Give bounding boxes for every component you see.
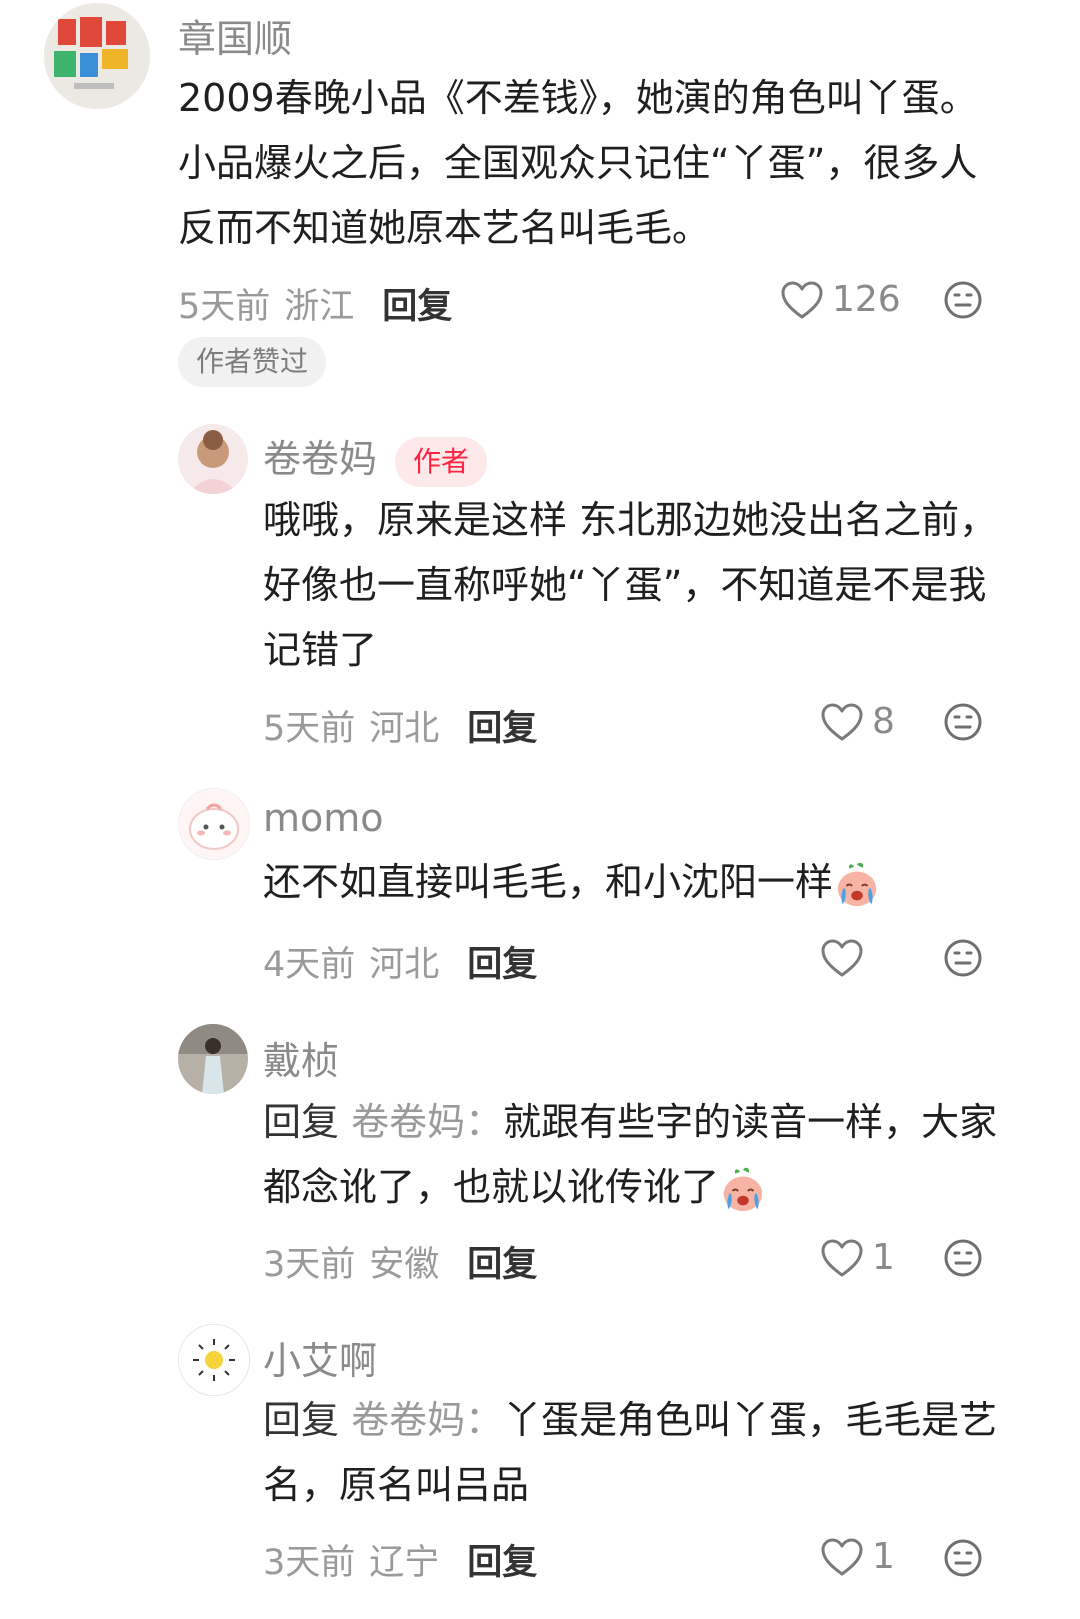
avatar[interactable] xyxy=(44,3,150,109)
author-badge: 作者 xyxy=(395,436,488,487)
reply-item: momo 还不如直接叫毛毛，和小沈阳一样 4天前 河北 回复 xyxy=(0,770,1080,1010)
crying-face-emoji xyxy=(719,1166,767,1214)
like-count: 126 xyxy=(832,279,901,320)
comment-meta: 3天前 安徽 回复 xyxy=(263,1236,537,1287)
username[interactable]: 卷卷妈 作者 xyxy=(263,428,488,487)
timestamp: 3天前 xyxy=(263,1245,356,1285)
username-text[interactable]: 卷卷妈 xyxy=(263,437,377,481)
meh-face-icon[interactable] xyxy=(943,280,983,320)
like-count: 1 xyxy=(872,1237,895,1278)
like-button[interactable]: 1 xyxy=(820,1536,895,1577)
author-liked-badge: 作者赞过 xyxy=(178,337,327,387)
location: 辽宁 xyxy=(369,1543,440,1583)
heart-icon xyxy=(820,702,864,742)
reply-button[interactable]: 回复 xyxy=(467,936,537,987)
like-button[interactable]: 8 xyxy=(820,701,895,742)
avatar[interactable] xyxy=(178,788,250,860)
avatar[interactable] xyxy=(178,424,248,494)
comment-meta: 5天前 浙江 回复 xyxy=(178,278,452,329)
crying-face-emoji xyxy=(833,861,881,909)
username[interactable]: 戴桢 xyxy=(263,1030,339,1085)
location: 河北 xyxy=(369,945,440,985)
like-button[interactable] xyxy=(820,938,872,978)
reply-button[interactable]: 回复 xyxy=(467,700,537,751)
meh-face-icon[interactable] xyxy=(943,1238,983,1278)
comment-meta: 3天前 辽宁 回复 xyxy=(263,1534,537,1585)
reply-target-user[interactable]: 卷卷妈： xyxy=(351,1100,503,1144)
reply-button[interactable]: 回复 xyxy=(467,1534,537,1585)
comment-text-body: 还不如直接叫毛毛，和小沈阳一样 xyxy=(263,860,834,904)
reply-button[interactable]: 回复 xyxy=(382,278,452,329)
reply-prefix: 回复 xyxy=(263,1100,340,1144)
comment-text: 还不如直接叫毛毛，和小沈阳一样 xyxy=(263,850,998,915)
timestamp: 4天前 xyxy=(263,945,356,985)
heart-icon xyxy=(820,1537,864,1577)
meh-face-icon[interactable] xyxy=(943,1538,983,1578)
location: 浙江 xyxy=(284,287,355,327)
reply-item: 卷卷妈 作者 哦哦，原来是这样 东北那边她没出名之前，好像也一直称呼她“丫蛋”，不… xyxy=(0,400,1080,770)
reply-item: 小艾啊 回复 卷卷妈：丫蛋是角色叫丫蛋，毛毛是艺名，原名叫吕品 3天前 辽宁 回… xyxy=(0,1310,1080,1619)
heart-icon xyxy=(780,280,824,320)
comment-text: 回复 卷卷妈：就跟有些字的读音一样，大家都念讹了，也就以讹传讹了 xyxy=(263,1090,998,1220)
comment-text: 2009春晚小品《不差钱》，她演的角色叫丫蛋。小品爆火之后，全国观众只记住“丫蛋… xyxy=(178,76,978,250)
location: 安徽 xyxy=(369,1245,440,1285)
reply-item: 戴桢 回复 卷卷妈：就跟有些字的读音一样，大家都念讹了，也就以讹传讹了 3天前 … xyxy=(0,1010,1080,1310)
username[interactable]: momo xyxy=(263,796,384,840)
avatar[interactable] xyxy=(178,1024,248,1094)
meh-face-icon[interactable] xyxy=(943,938,983,978)
avatar[interactable] xyxy=(178,1324,250,1396)
like-count: 1 xyxy=(872,1536,895,1577)
comment-text: 回复 卷卷妈：丫蛋是角色叫丫蛋，毛毛是艺名，原名叫吕品 xyxy=(263,1388,998,1518)
timestamp: 3天前 xyxy=(263,1543,356,1583)
meh-face-icon[interactable] xyxy=(943,702,983,742)
reply-prefix: 回复 xyxy=(263,1398,340,1442)
location: 河北 xyxy=(369,709,440,749)
heart-icon xyxy=(820,1238,864,1278)
timestamp: 5天前 xyxy=(263,709,356,749)
heart-icon xyxy=(820,938,864,978)
username[interactable]: 小艾啊 xyxy=(263,1330,377,1385)
reply-button[interactable]: 回复 xyxy=(467,1236,537,1287)
like-count: 8 xyxy=(872,701,895,742)
comment-meta: 4天前 河北 回复 xyxy=(263,936,537,987)
timestamp: 5天前 xyxy=(178,287,271,327)
like-button[interactable]: 126 xyxy=(780,279,901,320)
username[interactable]: 章国顺 xyxy=(178,8,292,63)
comment-item: 章国顺 2009春晚小品《不差钱》，她演的角色叫丫蛋。小品爆火之后，全国观众只记… xyxy=(0,0,1080,400)
comment-text: 哦哦，原来是这样 东北那边她没出名之前，好像也一直称呼她“丫蛋”，不知道是不是我… xyxy=(263,498,998,672)
comment-meta: 5天前 河北 回复 xyxy=(263,700,537,751)
like-button[interactable]: 1 xyxy=(820,1237,895,1278)
reply-target-user[interactable]: 卷卷妈： xyxy=(351,1398,503,1442)
